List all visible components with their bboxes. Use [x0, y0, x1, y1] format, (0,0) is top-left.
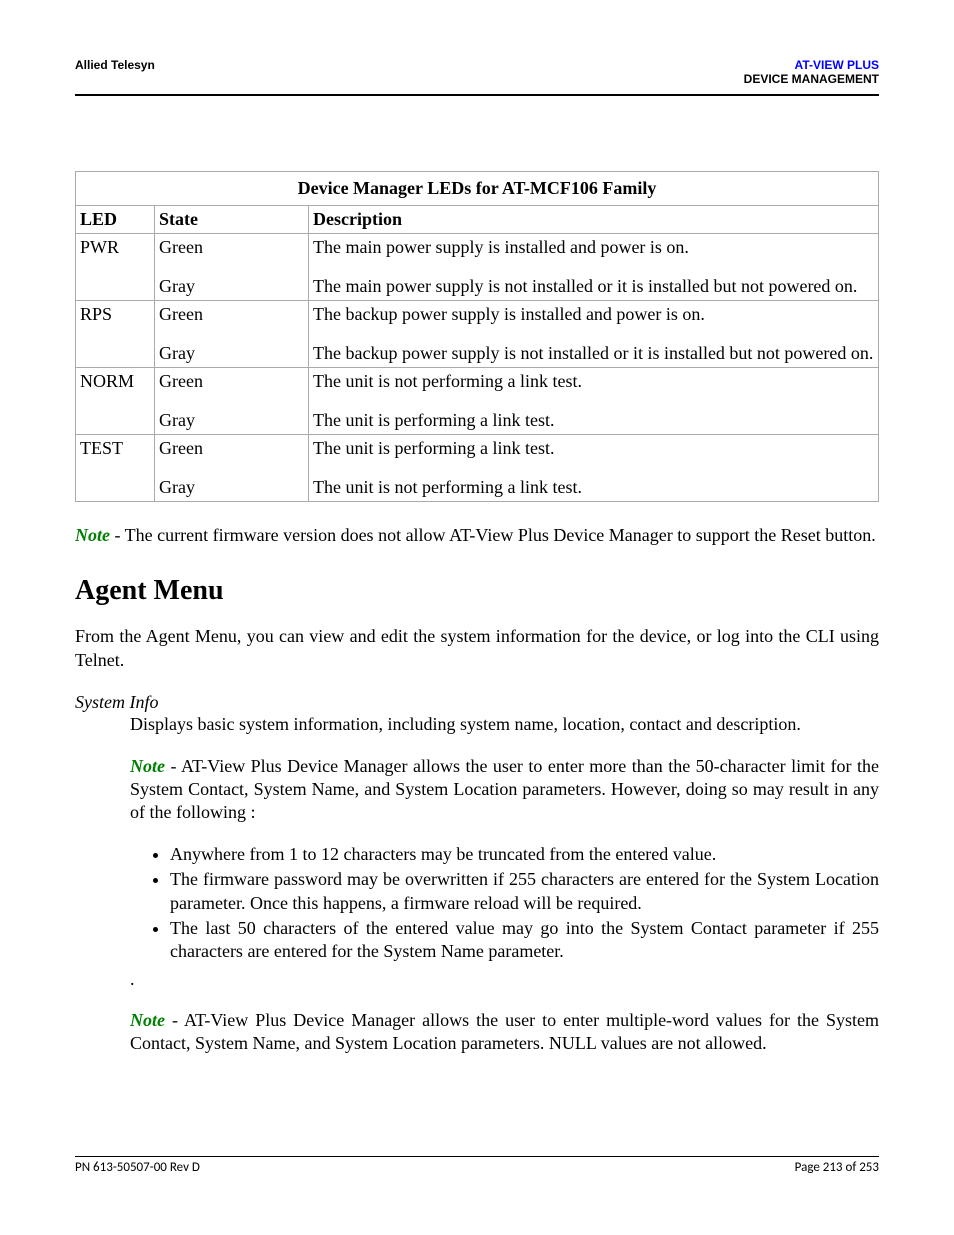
table-title-row: Device Manager LEDs for AT-MCF106 Family — [76, 172, 879, 206]
table-row: PWR Green Gray The main power supply is … — [76, 234, 879, 301]
state-value: Gray — [159, 343, 304, 364]
col-header-state: State — [155, 206, 309, 234]
list-item: Anywhere from 1 to 12 characters may be … — [170, 843, 879, 866]
table-title: Device Manager LEDs for AT-MCF106 Family — [76, 172, 879, 206]
cell-desc: The unit is not performing a link test. … — [309, 368, 879, 435]
stray-dot: . — [130, 968, 879, 991]
header-right: AT-VIEW PLUS DEVICE MANAGEMENT — [744, 58, 879, 86]
note-label: Note — [130, 1010, 165, 1030]
state-value: Green — [159, 237, 304, 258]
cell-led: RPS — [76, 301, 155, 368]
state-value: Green — [159, 304, 304, 325]
table-row: RPS Green Gray The backup power supply i… — [76, 301, 879, 368]
list-item: The last 50 characters of the entered va… — [170, 917, 879, 964]
note-paragraph: Note - The current firmware version does… — [75, 524, 879, 547]
state-value: Gray — [159, 477, 304, 498]
desc-value: The unit is not performing a link test. — [313, 371, 874, 392]
content: Device Manager LEDs for AT-MCF106 Family… — [75, 171, 879, 1056]
table-row: NORM Green Gray The unit is not performi… — [76, 368, 879, 435]
system-info-heading: System Info — [75, 692, 879, 713]
cell-desc: The main power supply is installed and p… — [309, 234, 879, 301]
cell-led: TEST — [76, 435, 155, 502]
state-value: Gray — [159, 410, 304, 431]
state-value: Gray — [159, 276, 304, 297]
desc-value: The main power supply is installed and p… — [313, 237, 874, 258]
table-row: TEST Green Gray The unit is performing a… — [76, 435, 879, 502]
col-header-led: LED — [76, 206, 155, 234]
note-label: Note — [75, 525, 110, 545]
cell-state: Green Gray — [155, 234, 309, 301]
cell-state: Green Gray — [155, 301, 309, 368]
desc-value: The unit is performing a link test. — [313, 410, 874, 431]
note-paragraph: Note - AT-View Plus Device Manager allow… — [130, 1009, 879, 1056]
table-header-row: LED State Description — [76, 206, 879, 234]
page-header: Allied Telesyn AT-VIEW PLUS DEVICE MANAG… — [75, 58, 879, 96]
system-info-body: Displays basic system information, inclu… — [130, 713, 879, 1056]
desc-value: The backup power supply is not installed… — [313, 343, 874, 364]
system-info-desc: Displays basic system information, inclu… — [130, 713, 879, 736]
list-item: The firmware password may be overwritten… — [170, 868, 879, 915]
footer-left: PN 613-50507-00 Rev D — [75, 1160, 200, 1175]
header-left: Allied Telesyn — [75, 58, 155, 72]
system-info-block: System Info Displays basic system inform… — [75, 692, 879, 1056]
cell-desc: The backup power supply is installed and… — [309, 301, 879, 368]
led-table: Device Manager LEDs for AT-MCF106 Family… — [75, 171, 879, 502]
page-footer: PN 613-50507-00 Rev D Page 213 of 253 — [75, 1156, 879, 1175]
cell-state: Green Gray — [155, 368, 309, 435]
note-text: - AT-View Plus Device Manager allows the… — [130, 756, 879, 823]
note-paragraph: Note - AT-View Plus Device Manager allow… — [130, 755, 879, 825]
section-heading: Agent Menu — [75, 575, 879, 607]
cell-led: PWR — [76, 234, 155, 301]
header-subtitle: DEVICE MANAGEMENT — [744, 72, 879, 86]
bullet-list: Anywhere from 1 to 12 characters may be … — [130, 843, 879, 964]
header-product: AT-VIEW PLUS — [744, 58, 879, 72]
desc-value: The main power supply is not installed o… — [313, 276, 874, 297]
cell-desc: The unit is performing a link test. The … — [309, 435, 879, 502]
desc-value: The unit is performing a link test. — [313, 438, 874, 459]
note-text: - The current firmware version does not … — [110, 525, 876, 545]
footer-right: Page 213 of 253 — [795, 1160, 879, 1175]
cell-state: Green Gray — [155, 435, 309, 502]
section-intro: From the Agent Menu, you can view and ed… — [75, 625, 879, 672]
desc-value: The backup power supply is installed and… — [313, 304, 874, 325]
col-header-desc: Description — [309, 206, 879, 234]
page: Allied Telesyn AT-VIEW PLUS DEVICE MANAG… — [0, 0, 954, 1235]
note-label: Note — [130, 756, 165, 776]
cell-led: NORM — [76, 368, 155, 435]
desc-value: The unit is not performing a link test. — [313, 477, 874, 498]
state-value: Green — [159, 438, 304, 459]
state-value: Green — [159, 371, 304, 392]
note-text: - AT-View Plus Device Manager allows the… — [130, 1010, 879, 1053]
